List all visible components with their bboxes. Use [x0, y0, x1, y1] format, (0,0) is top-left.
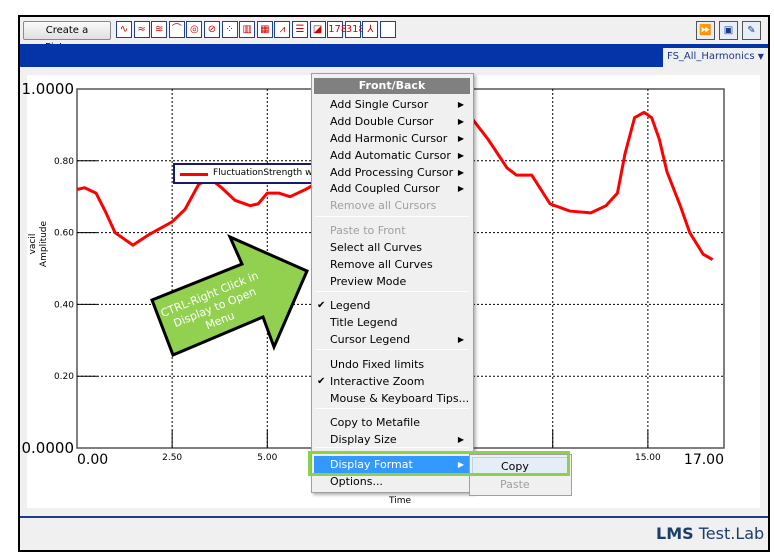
menu-item-title-legend[interactable]: Title Legend — [314, 314, 470, 331]
menu-item-label: Mouse & Keyboard Tips... — [330, 392, 470, 405]
menu-item-label: Display Size — [330, 433, 397, 446]
menu-item-add-automatic-cursor[interactable]: Add Automatic Cursor ▶ — [314, 147, 470, 164]
menu-item-remove-all-curves[interactable]: Remove all Curves — [314, 256, 470, 273]
annotation-highlight-box — [308, 451, 570, 476]
brand-logo: LMS Test.Lab — [656, 524, 764, 543]
menu-item-label: Select all Curves — [330, 241, 422, 254]
menu-item-label: Interactive Zoom — [330, 375, 425, 388]
menu-item-label: Legend — [330, 299, 371, 312]
submenu-arrow-icon: ▶ — [457, 100, 464, 109]
menu-item-label: Add Single Cursor — [330, 98, 429, 111]
menu-item-add-single-cursor[interactable]: Add Single Cursor ▶ — [314, 96, 470, 113]
menu-item-label: Title Legend — [330, 316, 398, 329]
menu-item-label: Add Automatic Cursor — [330, 149, 451, 162]
context-menu: Front/Back Add Single Cursor ▶ Add Double … — [311, 73, 474, 493]
menu-item-label: Add Processing Cursor — [330, 166, 454, 179]
submenu-arrow-icon: ▶ — [457, 168, 464, 177]
menu-item-add-double-cursor[interactable]: Add Double Cursor ▶ — [314, 113, 470, 130]
brand-bold: LMS — [656, 524, 694, 543]
menu-separator — [315, 447, 469, 448]
menu-item-label: Add Harmonic Cursor — [330, 132, 448, 145]
menu-separator — [315, 408, 469, 409]
menu-header-front-back[interactable]: Front/Back — [314, 78, 470, 94]
submenu-arrow-icon: ▶ — [457, 335, 464, 344]
submenu-arrow-icon: ▶ — [457, 184, 464, 193]
menu-item-remove-all-cursors[interactable]: Remove all Cursors — [314, 197, 470, 214]
menu-item-add-coupled-cursor[interactable]: Add Coupled Cursor ▶ — [314, 180, 470, 197]
menu-item-copy-to-metafile[interactable]: Copy to Metafile — [314, 414, 470, 431]
menu-item-label: Add Coupled Cursor — [330, 182, 440, 195]
menu-item-legend[interactable]: Legend ✔ — [314, 297, 470, 314]
menu-item-label: Add Double Cursor — [330, 115, 434, 128]
menu-item-add-harmonic-cursor[interactable]: Add Harmonic Cursor ▶ — [314, 130, 470, 147]
menu-item-display-size[interactable]: Display Size ▶ — [314, 431, 470, 448]
menu-item-label: Options... — [330, 475, 383, 488]
menu-item-paste[interactable]: Paste — [472, 476, 569, 494]
menu-item-label: Copy to Metafile — [330, 416, 421, 429]
menu-separator — [315, 349, 469, 350]
menu-item-label: Remove all Cursors — [330, 199, 437, 212]
checkmark-icon: ✔ — [317, 300, 326, 311]
menu-separator — [315, 291, 469, 292]
submenu-arrow-icon: ▶ — [457, 435, 464, 444]
submenu-arrow-icon: ▶ — [457, 134, 464, 143]
brand-rest: Test.Lab — [693, 524, 765, 543]
checkmark-icon: ✔ — [317, 376, 326, 387]
menu-item-add-processing-cursor[interactable]: Add Processing Cursor ▶ — [314, 164, 470, 181]
menu-item-preview-mode[interactable]: Preview Mode — [314, 273, 470, 290]
menu-separator — [315, 216, 469, 217]
menu-item-paste-to-front[interactable]: Paste to Front — [314, 222, 470, 239]
menu-item-label: Paste to Front — [330, 224, 406, 237]
menu-item-label: Cursor Legend — [330, 333, 411, 346]
menu-item-select-all-curves[interactable]: Select all Curves — [314, 239, 470, 256]
submenu-arrow-icon: ▶ — [457, 117, 464, 126]
menu-item-label: Undo Fixed limits — [330, 358, 425, 371]
submenu-arrow-icon: ▶ — [457, 151, 464, 160]
footer-divider — [20, 516, 768, 518]
menu-item-mouse-keyboard-tips[interactable]: Mouse & Keyboard Tips... — [314, 390, 470, 407]
menu-item-cursor-legend[interactable]: Cursor Legend ▶ — [314, 331, 470, 348]
menu-item-interactive-zoom[interactable]: Interactive Zoom ✔ — [314, 373, 470, 390]
menu-item-label: Preview Mode — [330, 275, 407, 288]
menu-item-undo-fixed-limits[interactable]: Undo Fixed limits — [314, 356, 470, 373]
menu-item-label: Remove all Curves — [330, 258, 433, 271]
